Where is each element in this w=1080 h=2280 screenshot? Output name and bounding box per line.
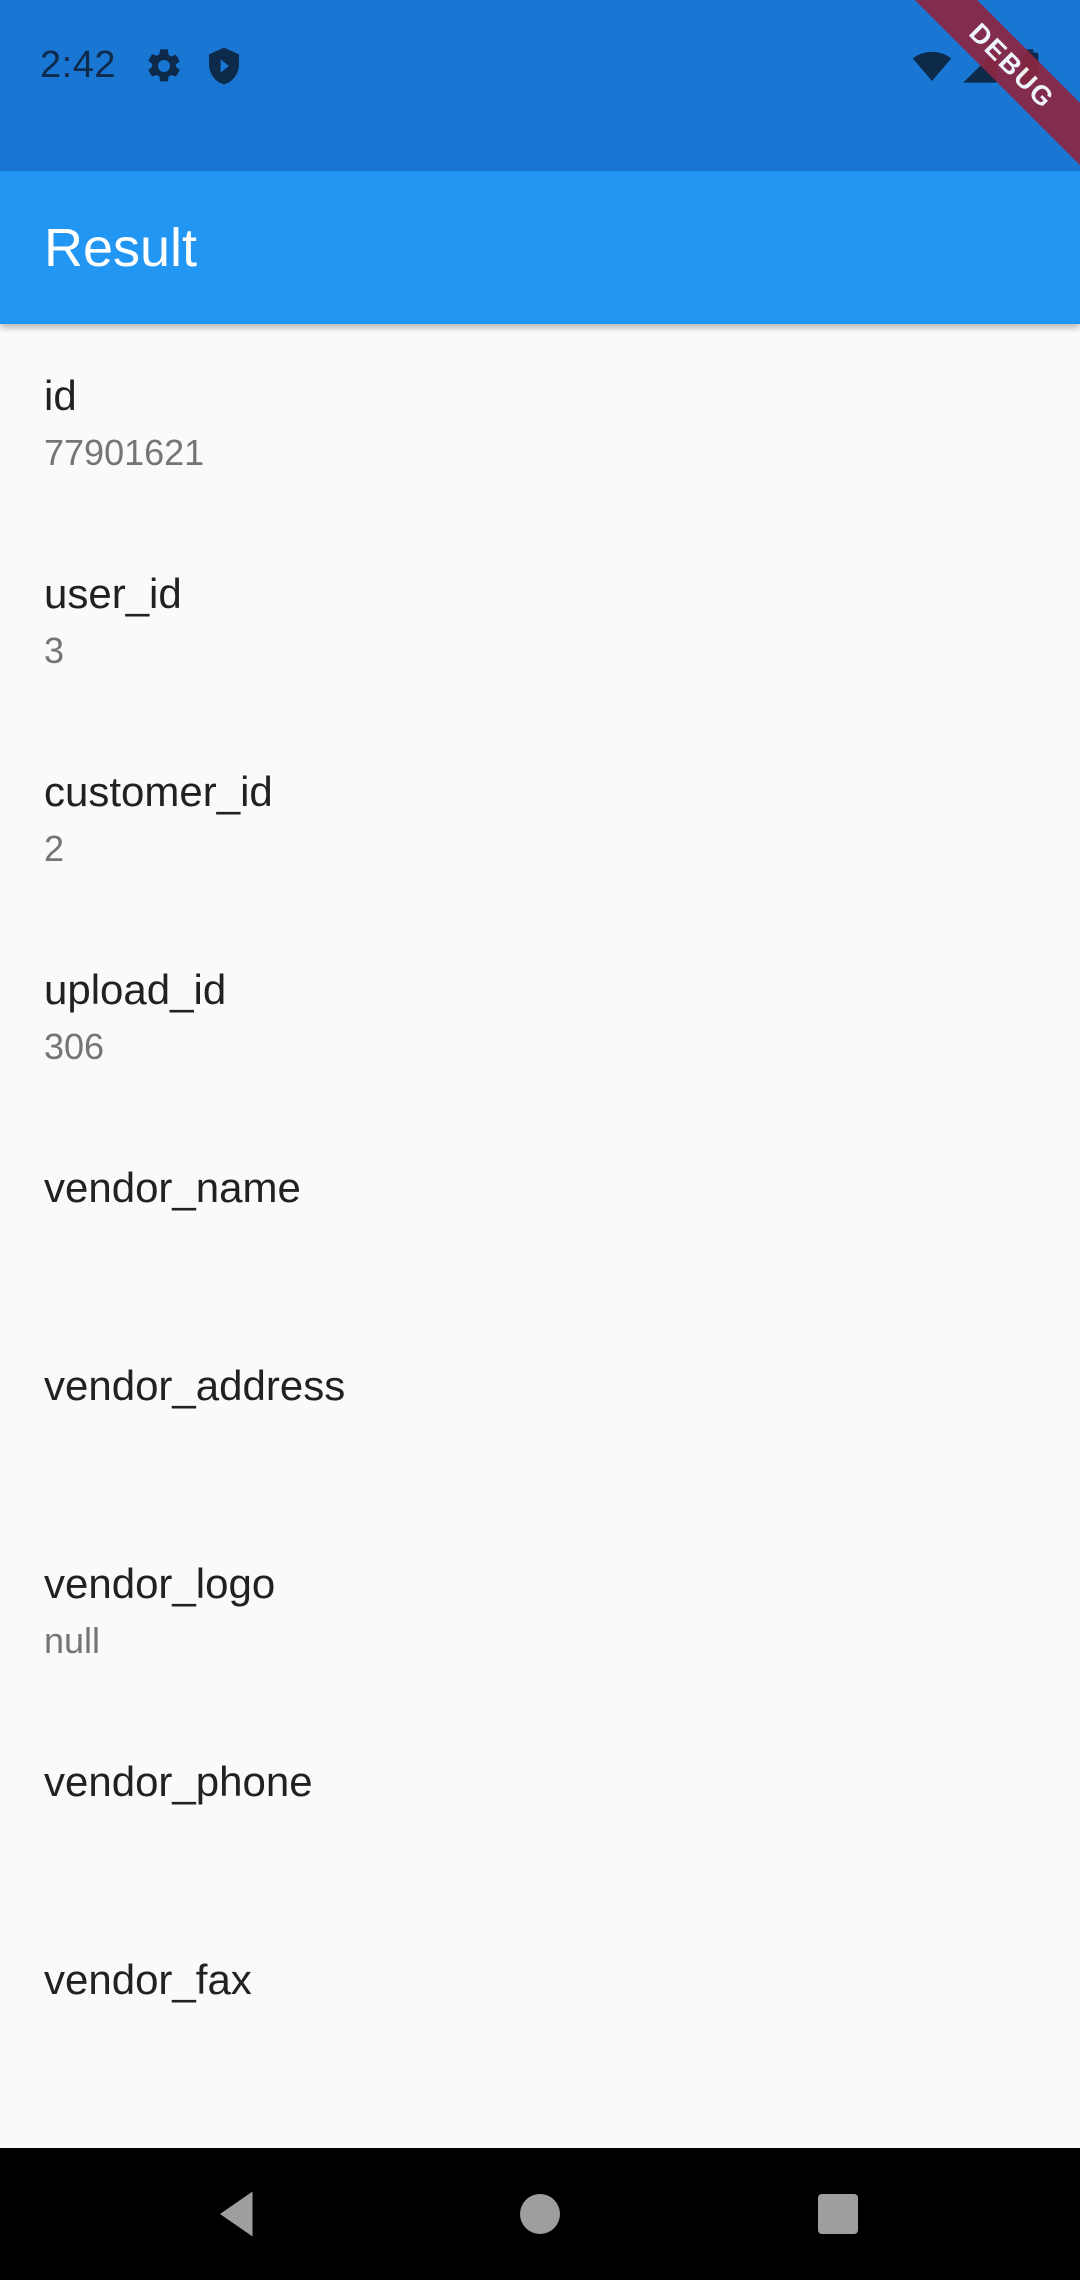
list-item-vendor-phone[interactable]: vendor_phone <box>0 1710 1080 1908</box>
shield-icon <box>204 46 244 86</box>
gear-icon <box>144 46 184 86</box>
list-item-user-id[interactable]: user_id 3 <box>0 522 1080 720</box>
item-title: vendor_phone <box>44 1758 313 1805</box>
item-value: 3 <box>44 630 65 671</box>
recents-icon[interactable] <box>808 2184 868 2244</box>
item-title: user_id <box>44 570 182 617</box>
debug-ribbon: DEBUG <box>910 0 1080 170</box>
list-item-vendor-fax[interactable]: vendor_fax <box>0 1908 1080 2106</box>
list-item-upload-id[interactable]: upload_id 306 <box>0 918 1080 1116</box>
item-title: vendor_logo <box>44 1560 276 1607</box>
list-item-customer-id[interactable]: customer_id 2 <box>0 720 1080 918</box>
list-item-vendor-address[interactable]: vendor_address <box>0 1314 1080 1512</box>
item-title: upload_id <box>44 966 227 1013</box>
item-title: id <box>44 372 77 419</box>
item-title: vendor_fax <box>44 1956 252 2003</box>
item-title: customer_id <box>44 768 273 815</box>
list-item-vendor-name[interactable]: vendor_name <box>0 1116 1080 1314</box>
item-title: vendor_address <box>44 1362 346 1409</box>
page-title: Result <box>44 218 198 278</box>
home-icon[interactable] <box>510 2184 570 2244</box>
list-item-id[interactable]: id 77901621 <box>0 324 1080 522</box>
back-icon[interactable] <box>210 2184 270 2244</box>
result-list: id 77901621 user_id 3 customer_id 2 uplo… <box>0 324 1080 2106</box>
item-value: null <box>44 1620 101 1661</box>
status-bar: 2:42 DEBUG <box>0 0 1080 171</box>
item-value: 306 <box>44 1026 105 1067</box>
debug-banner: DEBUG <box>910 0 1080 170</box>
item-title: vendor_name <box>44 1164 301 1211</box>
list-item-vendor-logo[interactable]: vendor_logo null <box>0 1512 1080 1710</box>
nav-bar <box>0 2148 1080 2280</box>
item-value: 2 <box>44 828 65 869</box>
status-time: 2:42 <box>40 44 116 86</box>
item-value: 77901621 <box>44 432 205 473</box>
screen: 2:42 DEBUG Result id 77901621 user_id 3 … <box>0 0 1080 2280</box>
app-bar: Result <box>0 171 1080 324</box>
